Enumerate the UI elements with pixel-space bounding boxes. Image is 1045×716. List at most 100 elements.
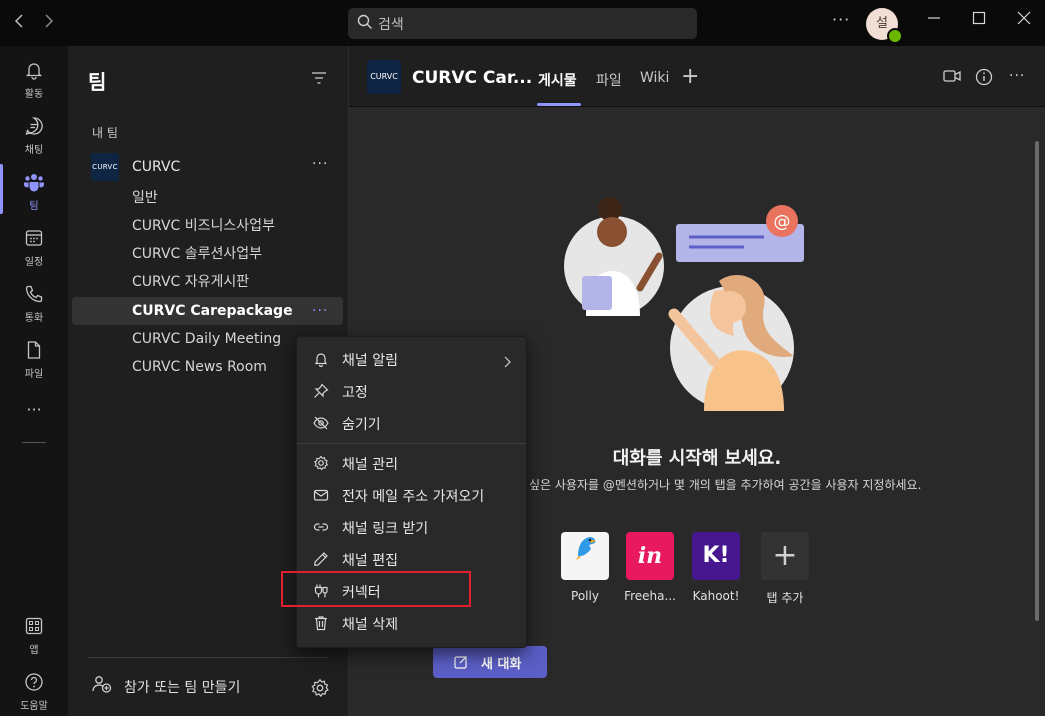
menu-item-label: 채널 링크 받기 xyxy=(342,521,429,537)
rail-item-calendar[interactable]: 일정 xyxy=(0,228,68,268)
channel-header: CURVC CURVC Car... 게시물 파일 Wiki + ··· xyxy=(349,46,1045,107)
connector-highlight-box xyxy=(281,571,471,607)
menu-item-label: 채널 편집 xyxy=(342,553,398,569)
people-add-icon xyxy=(92,676,112,697)
more-options-icon[interactable]: ··· xyxy=(312,156,328,172)
app-tile-polly[interactable] xyxy=(561,532,609,580)
invision-icon: in xyxy=(637,543,663,569)
bell-icon xyxy=(24,63,44,84)
empty-state-description: 싶은 사용자를 @멘션하거나 몇 개의 탭을 추가하여 공간을 사용자 지정하세… xyxy=(529,478,922,492)
add-tab-icon[interactable]: + xyxy=(681,64,699,89)
polly-icon xyxy=(570,537,600,568)
channel-item[interactable]: CURVC News Room xyxy=(132,353,267,381)
rail-label: 도움말 xyxy=(20,701,48,712)
rail-more-apps[interactable]: ··· xyxy=(0,400,68,419)
more-options-icon[interactable]: ··· xyxy=(1009,68,1025,84)
menu-item-label: 채널 알림 xyxy=(342,353,398,369)
rail-item-teams[interactable]: 팀 xyxy=(0,172,68,212)
chat-icon xyxy=(24,117,44,140)
rail-label: 앱 xyxy=(29,645,39,656)
menu-item-label: 채널 삭제 xyxy=(342,617,398,633)
rail-item-calls[interactable]: 통화 xyxy=(0,284,68,324)
menu-item-label: 전자 메일 주소 가져오기 xyxy=(342,489,485,505)
tab-wiki[interactable]: Wiki xyxy=(640,70,669,86)
rail-label: 파일 xyxy=(24,369,44,380)
bell-icon xyxy=(313,351,329,371)
menu-item-pin[interactable]: 고정 xyxy=(297,375,526,407)
conversation-illustration: @ xyxy=(564,196,814,445)
app-label: 탭 추가 xyxy=(766,591,804,605)
pin-icon xyxy=(313,383,329,403)
app-tile-freehand[interactable]: in xyxy=(626,532,674,580)
svg-text:@: @ xyxy=(774,212,791,232)
menu-item-manage-channel[interactable]: 채널 관리 xyxy=(297,447,526,479)
search-placeholder: 검색 xyxy=(378,17,404,33)
maximize-icon[interactable] xyxy=(967,10,991,34)
rail-item-help[interactable]: 도움말 xyxy=(0,672,68,712)
channel-item[interactable]: 일반 xyxy=(132,184,158,212)
menu-item-channel-notifications[interactable]: 채널 알림 xyxy=(297,343,526,375)
gear-icon xyxy=(313,455,329,475)
search-input[interactable]: 검색 xyxy=(348,8,697,39)
help-icon xyxy=(24,673,44,696)
kahoot-icon: K! xyxy=(702,543,730,568)
mail-icon xyxy=(313,487,329,507)
file-icon xyxy=(24,341,44,364)
link-icon xyxy=(313,519,329,539)
chevron-right-icon xyxy=(503,353,511,372)
info-icon[interactable] xyxy=(975,68,993,90)
page-title: 팀 xyxy=(88,70,107,94)
rail-label: 팀 xyxy=(29,201,39,212)
menu-item-label: 고정 xyxy=(342,385,368,401)
rail-item-chat[interactable]: 채팅 xyxy=(0,116,68,156)
tab-posts[interactable]: 게시물 xyxy=(538,70,577,90)
back-arrow-icon[interactable] xyxy=(10,12,30,33)
trash-icon xyxy=(313,615,329,635)
join-team-label: 참가 또는 팀 만들기 xyxy=(124,680,241,696)
rail-label: 활동 xyxy=(24,89,44,100)
divider xyxy=(88,657,328,658)
tab-files[interactable]: 파일 xyxy=(596,70,622,90)
video-icon[interactable] xyxy=(943,68,961,87)
channel-more-options-icon[interactable]: ··· xyxy=(312,297,328,325)
eye-off-icon xyxy=(313,415,329,435)
menu-item-hide[interactable]: 숨기기 xyxy=(297,407,526,439)
add-tab-tile[interactable]: + xyxy=(761,532,809,580)
active-tab-indicator xyxy=(537,103,581,106)
section-label: 내 팀 xyxy=(92,126,118,140)
scrollbar[interactable] xyxy=(1035,141,1039,621)
channel-item[interactable]: CURVC 솔루션사업부 xyxy=(132,240,262,268)
apps-icon xyxy=(24,617,44,640)
menu-item-get-link[interactable]: 채널 링크 받기 xyxy=(297,511,526,543)
calendar-icon xyxy=(24,230,44,252)
rail-divider xyxy=(22,442,46,443)
menu-item-delete-channel[interactable]: 채널 삭제 xyxy=(297,607,526,639)
forward-arrow-icon[interactable] xyxy=(38,12,58,33)
new-conversation-button[interactable]: 새 대화 xyxy=(433,646,547,678)
rail-item-apps[interactable]: 앱 xyxy=(0,616,68,656)
minimize-icon[interactable] xyxy=(922,10,946,34)
rail-label: 채팅 xyxy=(24,145,44,156)
channel-item[interactable]: CURVC 비즈니스사업부 xyxy=(132,212,275,240)
channel-team-logo: CURVC xyxy=(367,60,401,94)
team-row-curvc[interactable]: CURVC CURVC ··· xyxy=(68,150,348,182)
menu-item-get-email[interactable]: 전자 메일 주소 가져오기 xyxy=(297,479,526,511)
more-options-icon[interactable]: ··· xyxy=(832,10,850,29)
channel-item[interactable]: CURVC Daily Meeting xyxy=(132,325,281,353)
menu-item-label: 채널 관리 xyxy=(342,457,398,473)
channel-item[interactable]: CURVC 자유게시판 xyxy=(132,268,249,296)
rail-item-activity[interactable]: 활동 xyxy=(0,60,68,100)
close-icon[interactable] xyxy=(1012,10,1036,34)
team-name: CURVC xyxy=(132,159,181,175)
join-or-create-team-button[interactable]: 참가 또는 팀 만들기 xyxy=(92,675,240,697)
pencil-icon xyxy=(313,551,329,571)
plus-icon: + xyxy=(772,538,798,573)
rail-item-files[interactable]: 파일 xyxy=(0,340,68,380)
gear-icon[interactable] xyxy=(310,678,330,702)
compose-icon xyxy=(454,656,467,669)
rail-label: 일정 xyxy=(24,257,44,268)
teams-icon xyxy=(23,174,45,196)
app-tile-kahoot[interactable]: K! xyxy=(692,532,740,580)
filter-icon[interactable] xyxy=(311,70,327,89)
channel-item-active[interactable]: CURVC Carepackage xyxy=(132,297,293,325)
